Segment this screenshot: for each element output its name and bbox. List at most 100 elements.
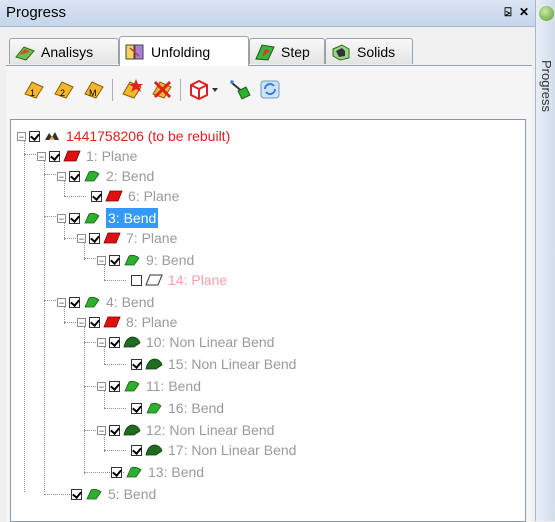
node-label[interactable]: 6: Plane <box>128 186 179 206</box>
tree-node[interactable]: − 11: Bend <box>97 376 201 396</box>
node-label[interactable]: 14: Plane <box>168 270 227 290</box>
bend-cross-icon[interactable] <box>150 77 174 101</box>
collapse-toggle[interactable]: − <box>97 381 106 391</box>
node-label[interactable]: 3: Bend <box>106 208 159 228</box>
plane-icon <box>63 150 81 162</box>
collapse-toggle[interactable]: − <box>97 425 106 435</box>
tree-node[interactable]: 17: Non Linear Bend <box>131 440 296 460</box>
node-checkbox[interactable] <box>131 358 142 370</box>
node-label[interactable]: 2: Bend <box>106 166 154 186</box>
bend-icon <box>124 380 140 392</box>
node-label[interactable]: 15: Non Linear Bend <box>168 354 296 374</box>
tab-analisys[interactable]: Analisys <box>9 38 119 64</box>
node-checkbox[interactable] <box>69 170 80 182</box>
plane-outline-icon <box>145 274 163 286</box>
plane-icon <box>105 190 123 202</box>
tree-node[interactable]: 5: Bend <box>71 484 156 504</box>
node-label[interactable]: 10: Non Linear Bend <box>146 332 274 352</box>
tab-unfolding[interactable]: Unfolding <box>119 36 249 66</box>
collapse-toggle[interactable]: − <box>57 297 66 307</box>
bend-tool-m-icon[interactable]: M <box>82 77 106 101</box>
bend-tool-1-icon[interactable]: 1 <box>22 77 46 101</box>
node-checkbox[interactable] <box>71 488 82 500</box>
part-icon <box>45 132 59 140</box>
bend-icon <box>86 488 102 500</box>
plane-icon <box>103 316 121 328</box>
unfolding-pane: 1 2 M − 1441758206 (to be rebuilt) − 1: … <box>6 65 532 522</box>
node-checkbox[interactable] <box>49 150 60 162</box>
node-label[interactable]: 4: Bend <box>106 292 154 312</box>
svg-text:2: 2 <box>60 88 65 98</box>
wand-icon[interactable] <box>228 77 252 101</box>
node-checkbox[interactable] <box>29 130 40 142</box>
collapse-toggle[interactable]: − <box>77 317 86 327</box>
bend-tool-2-icon[interactable]: 2 <box>52 77 76 101</box>
node-checkbox[interactable] <box>109 254 120 266</box>
svg-text:1: 1 <box>30 88 35 98</box>
tree-node[interactable]: − 7: Plane <box>77 228 177 248</box>
tree-root-node[interactable]: − 1441758206 (to be rebuilt) <box>17 126 230 146</box>
nonlinear-bend-icon <box>145 358 163 370</box>
collapse-toggle[interactable]: − <box>17 131 26 141</box>
tree-node[interactable]: − 4: Bend <box>57 292 154 312</box>
node-label[interactable]: 13: Bend <box>148 462 204 482</box>
node-checkbox[interactable] <box>89 316 100 328</box>
unfolding-tree[interactable]: − 1441758206 (to be rebuilt) − 1: Plane − 2: … <box>10 119 526 522</box>
node-checkbox[interactable] <box>109 424 120 436</box>
node-label[interactable]: 17: Non Linear Bend <box>168 440 296 460</box>
node-label[interactable]: 8: Plane <box>126 312 177 332</box>
side-dock-label: Progress <box>539 60 554 113</box>
tree-node[interactable]: − 3: Bend <box>57 208 159 228</box>
collapse-toggle[interactable]: − <box>57 213 66 223</box>
node-checkbox[interactable] <box>131 444 142 456</box>
collapse-toggle[interactable]: − <box>77 233 86 243</box>
node-label[interactable]: 7: Plane <box>126 228 177 248</box>
tree-node[interactable]: − 1: Plane <box>37 146 137 166</box>
collapse-toggle[interactable]: − <box>97 337 106 347</box>
tree-node[interactable]: 6: Plane <box>91 186 179 206</box>
pin-icon[interactable]: ⍄ <box>502 5 514 19</box>
node-label[interactable]: 9: Bend <box>146 250 194 270</box>
collapse-toggle[interactable]: − <box>97 255 106 265</box>
tab-step[interactable]: Step <box>249 38 325 64</box>
side-dock-tab[interactable]: Progress <box>535 0 555 521</box>
bend-star-icon[interactable] <box>120 77 144 101</box>
tree-node[interactable]: 13: Bend <box>111 462 204 482</box>
node-checkbox[interactable] <box>69 296 80 308</box>
refresh-icon[interactable] <box>258 77 282 101</box>
node-checkbox[interactable] <box>131 274 142 286</box>
node-checkbox[interactable] <box>111 466 122 478</box>
node-checkbox[interactable] <box>109 380 120 392</box>
node-label[interactable]: 5: Bend <box>108 484 156 504</box>
bend-icon <box>84 296 100 308</box>
node-checkbox[interactable] <box>69 212 80 224</box>
collapse-toggle[interactable]: − <box>57 171 66 181</box>
red-cube-dropdown-icon[interactable] <box>188 77 222 101</box>
app-logo-icon <box>539 6 554 21</box>
panel-title: Progress <box>6 4 67 21</box>
node-label[interactable]: 1: Plane <box>86 146 137 166</box>
node-checkbox[interactable] <box>131 402 142 414</box>
tree-node[interactable]: 14: Plane <box>131 270 227 290</box>
tree-node[interactable]: − 2: Bend <box>57 166 154 186</box>
close-icon[interactable]: ✕ <box>518 5 530 19</box>
bend-icon <box>126 466 142 478</box>
node-checkbox[interactable] <box>89 232 100 244</box>
collapse-toggle[interactable]: − <box>37 151 46 161</box>
node-checkbox[interactable] <box>109 336 120 348</box>
node-label[interactable]: 16: Bend <box>168 398 224 418</box>
tree-node[interactable]: 15: Non Linear Bend <box>131 354 296 374</box>
nonlinear-bend-icon <box>123 336 141 348</box>
tree-node[interactable]: − 10: Non Linear Bend <box>97 332 274 352</box>
node-checkbox[interactable] <box>91 190 102 202</box>
tab-solids[interactable]: Solids <box>325 38 413 64</box>
tree-node[interactable]: − 12: Non Linear Bend <box>97 420 274 440</box>
tree-node[interactable]: 16: Bend <box>131 398 224 418</box>
toolbar-separator <box>112 79 113 101</box>
node-label[interactable]: 11: Bend <box>146 376 201 396</box>
tree-node[interactable]: − 9: Bend <box>97 250 194 270</box>
tree-node[interactable]: − 8: Plane <box>77 312 177 332</box>
toolbar-separator <box>180 79 181 101</box>
node-label[interactable]: 1441758206 (to be rebuilt) <box>66 126 230 146</box>
node-label[interactable]: 12: Non Linear Bend <box>146 420 274 440</box>
